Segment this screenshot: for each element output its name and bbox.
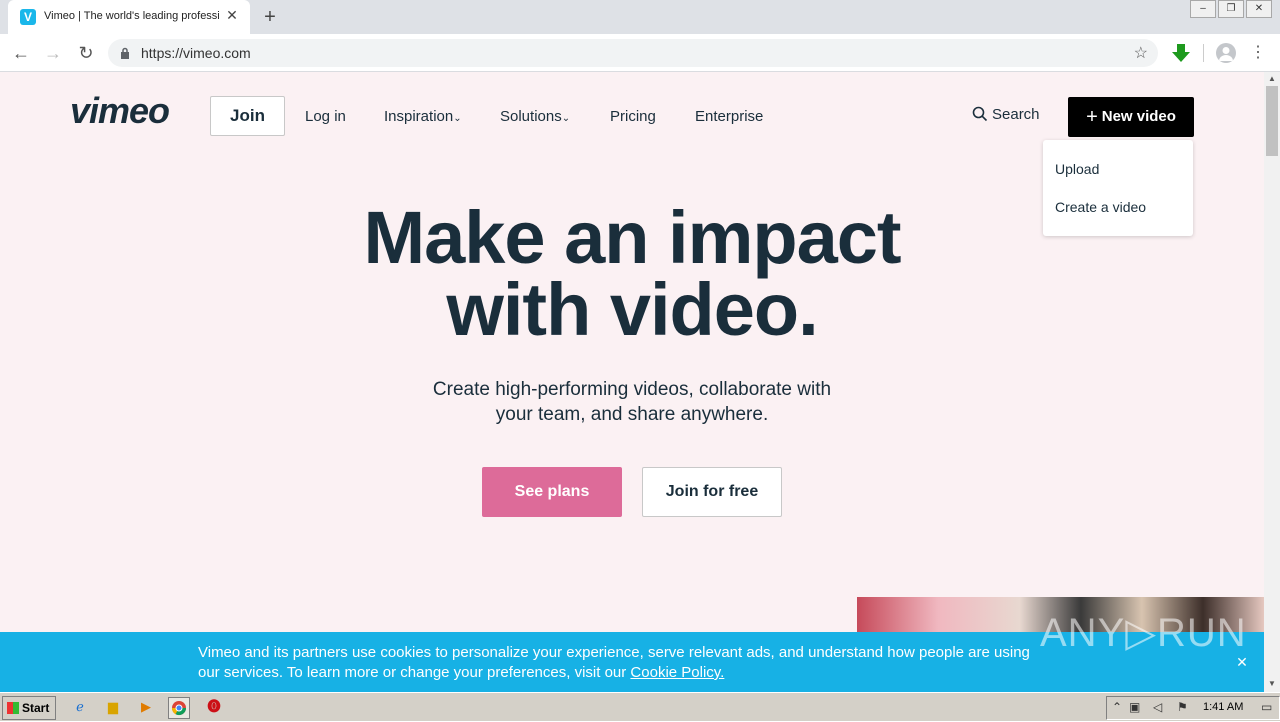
lock-icon <box>121 47 129 59</box>
scroll-thumb[interactable] <box>1266 86 1278 156</box>
search-icon <box>972 106 988 122</box>
browser-toolbar: ← → ↻ https://vimeo.com ☆ ⋮ <box>0 34 1280 72</box>
profile-avatar-icon[interactable] <box>1216 43 1236 63</box>
windows-taskbar: Start ℯ ▆ ▶ ⓿ ⌃ ▣ ◁ ⚑ 1:41 AM ▭ <box>0 692 1280 721</box>
browser-tab[interactable]: V Vimeo | The world's leading profession… <box>8 0 250 34</box>
scroll-down-arrow-icon[interactable]: ▼ <box>1264 677 1280 691</box>
join-button[interactable]: Join <box>210 96 285 136</box>
show-desktop-icon[interactable]: ▭ <box>1261 700 1272 714</box>
chrome-icon[interactable] <box>168 697 190 719</box>
bookmark-star-icon[interactable]: ☆ <box>1134 43 1148 63</box>
hero-title: Make an impact with video. <box>0 196 1264 351</box>
reload-icon[interactable]: ↻ <box>73 40 99 66</box>
url-text[interactable]: https://vimeo.com <box>141 45 251 61</box>
clock[interactable]: 1:41 AM <box>1203 701 1243 713</box>
network-icon[interactable]: ▣ <box>1129 700 1140 714</box>
cookie-text-line1: Vimeo and its partners use cookies to pe… <box>198 644 1030 661</box>
hero-subtitle: Create high-performing videos, collabora… <box>0 377 1264 427</box>
close-window-button[interactable]: ✕ <box>1246 0 1272 18</box>
cookie-close-icon[interactable]: ✕ <box>1234 654 1250 670</box>
volume-icon[interactable]: ◁ <box>1153 700 1162 714</box>
scroll-up-arrow-icon[interactable]: ▲ <box>1264 72 1280 86</box>
new-video-button[interactable]: + New video <box>1068 97 1194 137</box>
opera-icon[interactable]: ⓿ <box>204 697 224 717</box>
new-video-label: New video <box>1101 108 1176 125</box>
page-scrollbar[interactable] <box>1264 72 1280 692</box>
forward-arrow-icon[interactable]: → <box>40 40 66 66</box>
system-tray: ⌃ ▣ ◁ ⚑ 1:41 AM ▭ <box>1106 696 1280 720</box>
minimize-button[interactable]: – <box>1190 0 1216 18</box>
window-controls: – ❐ ✕ <box>1190 0 1272 18</box>
start-label: Start <box>22 701 50 715</box>
folder-icon[interactable]: ▆ <box>103 697 123 717</box>
browser-tab-bar: V Vimeo | The world's leading profession… <box>0 0 1280 34</box>
hero-subtitle-line1: Create high-performing videos, collabora… <box>432 379 832 400</box>
download-arrow-icon[interactable] <box>1170 42 1192 64</box>
inspiration-menu[interactable]: Inspiration⌄ <box>384 108 462 125</box>
join-for-free-button[interactable]: Join for free <box>642 467 782 517</box>
login-link[interactable]: Log in <box>305 108 346 125</box>
anyrun-watermark: ANY▷RUN <box>1040 611 1247 655</box>
hero-title-line1: Make an impact <box>363 196 901 279</box>
back-arrow-icon[interactable]: ← <box>8 40 34 66</box>
toolbar-separator <box>1203 44 1204 62</box>
media-player-icon[interactable]: ▶ <box>136 697 156 717</box>
solutions-label: Solutions <box>500 108 562 125</box>
cookie-text-line2: our services. To learn more or change yo… <box>198 664 631 681</box>
vimeo-page: vimeo Join Log in Inspiration⌄ Solutions… <box>0 72 1264 692</box>
see-plans-button[interactable]: See plans <box>482 467 622 517</box>
enterprise-link[interactable]: Enterprise <box>695 108 763 125</box>
solutions-menu[interactable]: Solutions⌄ <box>500 108 570 125</box>
new-tab-button[interactable]: + <box>258 5 282 29</box>
chevron-down-icon: ⌄ <box>561 113 571 124</box>
search-button[interactable]: Search <box>972 106 1040 123</box>
cookie-message: Vimeo and its partners use cookies to pe… <box>198 643 1078 683</box>
hero-subtitle-line2: your team, and share anywhere. <box>495 404 769 425</box>
inspiration-label: Inspiration <box>384 108 454 125</box>
pricing-link[interactable]: Pricing <box>610 108 656 125</box>
cookie-policy-link[interactable]: Cookie Policy. <box>630 664 724 681</box>
browser-menu-icon[interactable]: ⋮ <box>1250 40 1266 66</box>
hero-title-line2: with video. <box>446 268 818 351</box>
flag-icon[interactable]: ⚑ <box>1177 700 1188 714</box>
start-button[interactable]: Start <box>2 696 56 720</box>
chevron-down-icon: ⌄ <box>453 113 462 124</box>
search-label: Search <box>992 106 1040 123</box>
tab-title: Vimeo | The world's leading professional… <box>44 10 220 22</box>
restore-button[interactable]: ❐ <box>1218 0 1244 18</box>
windows-flag-icon <box>7 702 19 714</box>
dropdown-item-upload[interactable]: Upload <box>1055 161 1099 177</box>
internet-explorer-icon[interactable]: ℯ <box>70 697 90 717</box>
tray-expand-icon[interactable]: ⌃ <box>1112 700 1122 714</box>
address-bar[interactable]: https://vimeo.com ☆ <box>108 39 1158 67</box>
plus-icon: + <box>1086 106 1098 128</box>
tab-close-icon[interactable]: ✕ <box>224 7 240 23</box>
vimeo-favicon-icon: V <box>20 9 36 25</box>
vimeo-logo[interactable]: vimeo <box>70 90 170 132</box>
